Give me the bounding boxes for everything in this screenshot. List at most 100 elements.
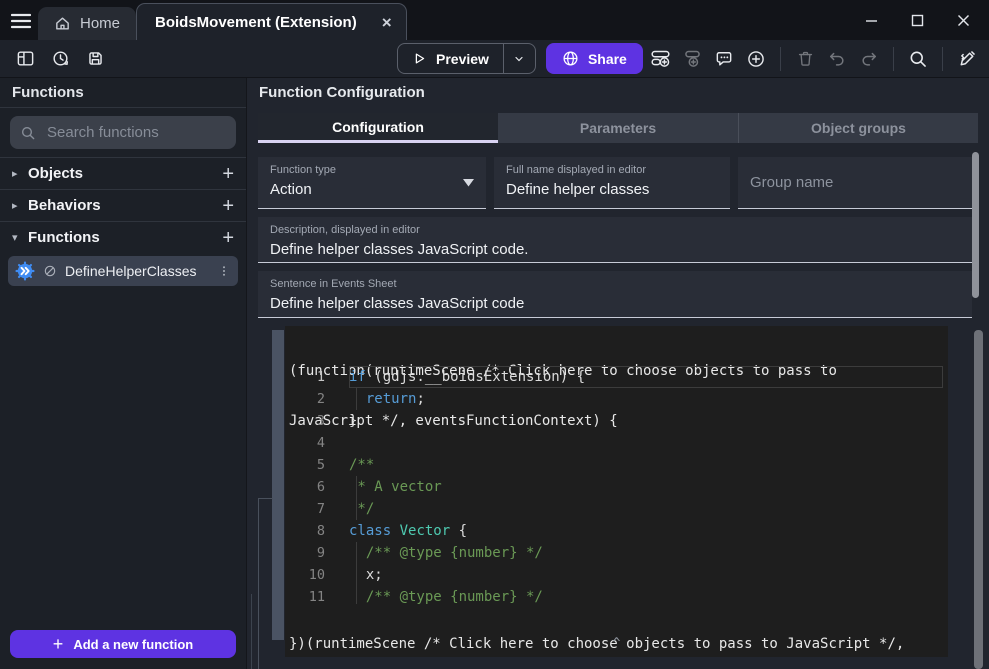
add-comment-icon[interactable] xyxy=(710,45,738,73)
search-functions-box[interactable] xyxy=(10,116,236,149)
configuration-tabs: Configuration Parameters Object groups xyxy=(258,113,978,143)
field-value: Define helper classes JavaScript code. xyxy=(270,241,960,258)
tab-parameters[interactable]: Parameters xyxy=(498,113,738,143)
add-object-icon[interactable]: + xyxy=(222,164,234,184)
tab-configuration[interactable]: Configuration xyxy=(258,113,498,143)
delete-icon[interactable] xyxy=(791,45,819,73)
code-line[interactable]: 4 xyxy=(285,432,948,454)
add-function-icon[interactable]: + xyxy=(222,228,234,248)
search-icon[interactable] xyxy=(904,45,932,73)
title-tab-bar: Home BoidsMovement (Extension) × xyxy=(0,0,989,40)
function-item-label: DefineHelperClasses xyxy=(65,263,209,279)
sidebar-section-objects[interactable]: ▸ Objects + xyxy=(0,157,246,189)
redo-icon[interactable] xyxy=(855,45,883,73)
section-label: Objects xyxy=(28,165,222,182)
code-line[interactable]: 7 */ xyxy=(285,498,948,520)
main-toolbar: Preview Share xyxy=(0,40,989,78)
line-number: 8 xyxy=(285,523,325,539)
event-outline xyxy=(258,498,273,499)
tab-project-label: BoidsMovement (Extension) xyxy=(155,14,357,31)
window-controls xyxy=(859,0,975,40)
configuration-scrollbar[interactable] xyxy=(972,152,979,298)
tab-project[interactable]: BoidsMovement (Extension) × xyxy=(136,3,407,40)
edit-extension-icon[interactable] xyxy=(953,45,981,73)
events-sheet-scrollbar[interactable] xyxy=(974,330,983,669)
sidebar-section-behaviors[interactable]: ▸ Behaviors + xyxy=(0,189,246,221)
group-name-field[interactable]: Group name xyxy=(738,157,972,209)
field-placeholder: Group name xyxy=(750,174,833,191)
line-number: 1 xyxy=(285,369,325,385)
line-number: 7 xyxy=(285,501,325,517)
menu-icon[interactable] xyxy=(8,8,34,34)
function-item-selected[interactable]: DefineHelperClasses xyxy=(8,256,238,286)
sidebar-section-functions[interactable]: ▾ Functions + xyxy=(0,221,246,253)
description-field[interactable]: Description, displayed in editor Define … xyxy=(258,217,972,263)
section-label: Behaviors xyxy=(28,197,222,214)
event-outline xyxy=(251,594,252,669)
preview-dropdown-button[interactable] xyxy=(503,44,535,73)
toolbar-divider xyxy=(942,47,943,71)
add-behavior-icon[interactable]: + xyxy=(222,196,234,216)
line-number: 5 xyxy=(285,457,325,473)
section-label: Functions xyxy=(28,229,222,246)
code-line[interactable]: 10 x; xyxy=(285,564,948,586)
code-line[interactable]: 3} xyxy=(285,410,948,432)
history-icon[interactable] xyxy=(46,45,74,73)
event-outline xyxy=(258,498,259,669)
field-label: Function type xyxy=(270,164,474,176)
sidebar-title: Functions xyxy=(0,78,246,108)
function-type-select[interactable]: Function type Action xyxy=(258,157,486,209)
code-line[interactable]: 8class Vector { xyxy=(285,520,948,542)
undo-icon[interactable] xyxy=(823,45,851,73)
close-tab-icon[interactable]: × xyxy=(382,14,392,31)
field-value: Define helper classes JavaScript code xyxy=(270,295,960,312)
function-action-icon xyxy=(15,261,35,281)
minimize-icon[interactable] xyxy=(859,8,883,32)
line-number: 9 xyxy=(285,545,325,561)
code-line[interactable]: 1if (gdjs.__boidsExtension) { xyxy=(285,366,948,388)
javascript-code-editor[interactable]: (function(runtimeScene /* Click here to … xyxy=(285,326,948,657)
add-new-function-button[interactable]: + Add a new function xyxy=(10,630,236,658)
tab-object-groups[interactable]: Object groups xyxy=(738,113,978,143)
code-line[interactable]: 9 /** @type {number} */ xyxy=(285,542,948,564)
line-number: 2 xyxy=(285,391,325,407)
code-line[interactable]: 6 * A vector xyxy=(285,476,948,498)
field-label: Sentence in Events Sheet xyxy=(270,278,960,290)
add-subevent-icon[interactable] xyxy=(678,45,706,73)
add-new-function-label: Add a new function xyxy=(73,637,193,652)
dropdown-arrow-icon xyxy=(463,179,474,187)
project-manager-icon[interactable] xyxy=(11,45,39,73)
chevron-right-icon: ▸ xyxy=(12,167,28,180)
code-lines-area[interactable]: 1if (gdjs.__boidsExtension) {2 return;3}… xyxy=(285,366,948,604)
add-event-icon[interactable] xyxy=(646,45,674,73)
chevron-right-icon: ▸ xyxy=(12,199,28,212)
app-window: Home BoidsMovement (Extension) × xyxy=(0,0,989,669)
add-circle-icon[interactable] xyxy=(742,45,770,73)
tab-home[interactable]: Home xyxy=(38,7,136,40)
search-functions-input[interactable] xyxy=(45,123,248,142)
more-options-icon[interactable] xyxy=(217,263,231,279)
plus-icon: + xyxy=(53,635,64,653)
function-configuration-panel: Function Configuration Configuration Par… xyxy=(248,78,989,669)
preview-button[interactable]: Preview xyxy=(397,43,536,74)
field-label: Full name displayed in editor xyxy=(506,164,718,176)
field-value: Action xyxy=(270,181,474,198)
line-number: 11 xyxy=(285,589,325,604)
share-label: Share xyxy=(588,51,627,67)
save-icon[interactable] xyxy=(81,45,109,73)
full-name-field[interactable]: Full name displayed in editor Define hel… xyxy=(494,157,730,209)
share-button[interactable]: Share xyxy=(546,43,643,74)
line-number: 10 xyxy=(285,567,325,583)
chevron-down-icon: ▾ xyxy=(12,231,28,244)
maximize-icon[interactable] xyxy=(905,8,929,32)
code-line[interactable]: 11 /** @type {number} */ xyxy=(285,586,948,604)
code-line[interactable]: 2 return; xyxy=(285,388,948,410)
close-window-icon[interactable] xyxy=(951,8,975,32)
code-line[interactable]: 5/** xyxy=(285,454,948,476)
toolbar-divider xyxy=(780,47,781,71)
line-number: 3 xyxy=(285,413,325,429)
sentence-field[interactable]: Sentence in Events Sheet Define helper c… xyxy=(258,271,972,318)
search-icon xyxy=(20,125,36,141)
event-drag-handle[interactable] xyxy=(272,330,284,640)
collapse-caret-icon[interactable]: ^ xyxy=(285,636,948,651)
